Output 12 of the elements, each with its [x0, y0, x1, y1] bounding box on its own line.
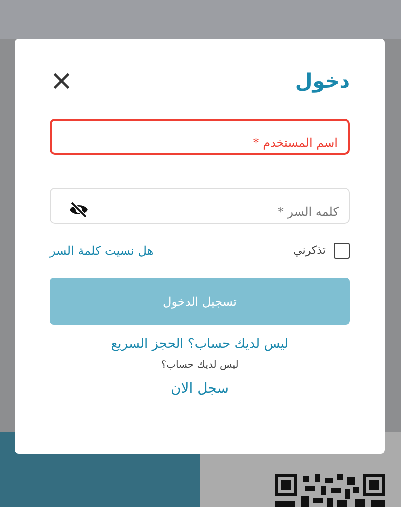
password-field[interactable]: كلمه السر *	[50, 188, 350, 224]
close-button[interactable]: ×	[50, 71, 74, 91]
forgot-password-link[interactable]: هل نسيت كلمة السر	[50, 242, 154, 260]
register-link[interactable]: سجل الان	[171, 378, 229, 400]
dialog-title: دخول	[295, 71, 350, 91]
username-field[interactable]: اسم المستخدم *	[50, 119, 350, 155]
remember-checkbox[interactable]	[334, 243, 350, 259]
no-account-text: ليس لديك حساب؟	[161, 358, 239, 372]
qr-code-icon	[275, 474, 385, 507]
eye-slash-icon[interactable]	[69, 202, 89, 218]
quick-booking-link[interactable]: ليس لديك حساب؟ الحجز السريع	[111, 335, 289, 354]
remember-label: تذكرني	[294, 242, 326, 259]
